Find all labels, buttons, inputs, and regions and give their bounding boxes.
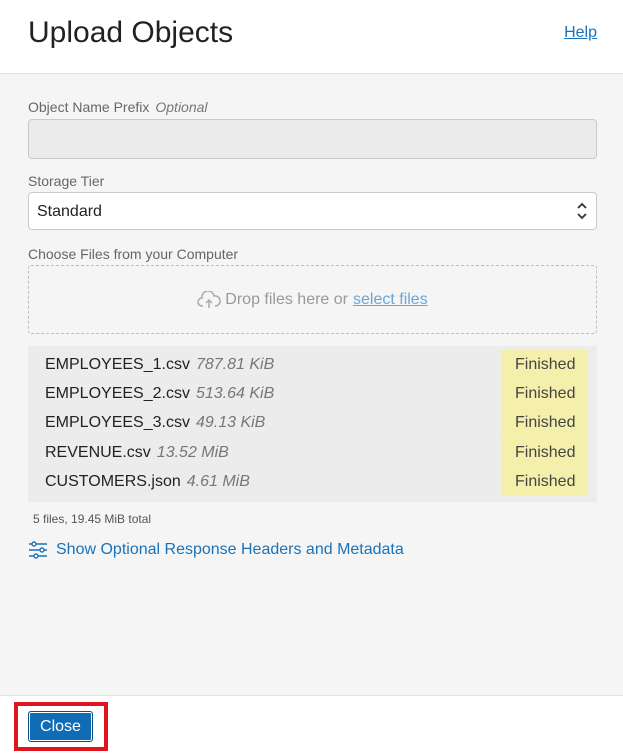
dialog-footer: Close [0, 695, 623, 755]
storage-tier-select[interactable]: Standard [28, 192, 597, 230]
status-badge: Finished [501, 467, 588, 496]
file-row: CUSTOMERS.json 4.61 MiB Finished [28, 467, 597, 496]
optional-tag: Optional [155, 99, 208, 115]
file-list: EMPLOYEES_1.csv 787.81 KiB Finished EMPLO… [28, 346, 597, 502]
close-button[interactable]: Close [28, 711, 93, 742]
status-badge: Finished [501, 379, 588, 408]
file-name-text: EMPLOYEES_1.csv [45, 356, 190, 373]
prefix-label: Object Name Prefix Optional [28, 99, 208, 115]
file-row: REVENUE.csv 13.52 MiB Finished [28, 438, 597, 467]
file-size: 513.64 KiB [195, 385, 275, 402]
file-row: EMPLOYEES_3.csv 49.13 KiB Finished [28, 408, 597, 437]
select-files-link[interactable]: select files [353, 291, 428, 309]
storage-tier-value: Standard [37, 203, 102, 220]
file-size: 49.13 KiB [195, 414, 266, 431]
file-name-text: EMPLOYEES_2.csv [45, 385, 190, 402]
up-down-chevron-icon [577, 202, 587, 220]
dialog-header: Upload Objects Help [0, 0, 623, 74]
drop-text: Drop files here or [225, 290, 348, 308]
file-name: EMPLOYEES_3.csv 49.13 KiB [45, 414, 265, 432]
file-name: REVENUE.csv 13.52 MiB [45, 444, 229, 462]
show-optional-headers-link[interactable]: Show Optional Response Headers and Metad… [28, 538, 404, 562]
choose-files-label: Choose Files from your Computer [28, 246, 239, 262]
file-row: EMPLOYEES_1.csv 787.81 KiB Finished [28, 350, 597, 379]
file-name-text: EMPLOYEES_3.csv [45, 414, 190, 431]
show-headers-label: Show Optional Response Headers and Metad… [56, 541, 404, 558]
file-size: 787.81 KiB [195, 356, 275, 373]
help-link[interactable]: Help [564, 24, 597, 42]
file-name-text: REVENUE.csv [45, 444, 151, 461]
storage-tier-label: Storage Tier [28, 173, 105, 189]
file-name-text: CUSTOMERS.json [45, 473, 181, 490]
file-row: EMPLOYEES_2.csv 513.64 KiB Finished [28, 379, 597, 408]
file-name: EMPLOYEES_2.csv 513.64 KiB [45, 385, 274, 403]
file-size: 4.61 MiB [186, 473, 250, 490]
prefix-label-text: Object Name Prefix [28, 99, 150, 115]
file-name: EMPLOYEES_1.csv 787.81 KiB [45, 356, 274, 374]
sliders-icon [29, 541, 47, 559]
cloud-upload-icon [197, 290, 222, 308]
file-size: 13.52 MiB [156, 444, 229, 461]
page-title: Upload Objects [28, 16, 234, 49]
status-badge: Finished [501, 350, 588, 379]
object-name-prefix-input[interactable] [28, 119, 597, 159]
file-dropzone[interactable]: Drop files here or select files [28, 265, 597, 334]
files-summary: 5 files, 19.45 MiB total [33, 512, 152, 526]
status-badge: Finished [501, 408, 588, 437]
file-name: CUSTOMERS.json 4.61 MiB [45, 473, 250, 491]
status-badge: Finished [501, 438, 588, 467]
dialog-body: Object Name Prefix Optional Storage Tier … [0, 74, 623, 695]
